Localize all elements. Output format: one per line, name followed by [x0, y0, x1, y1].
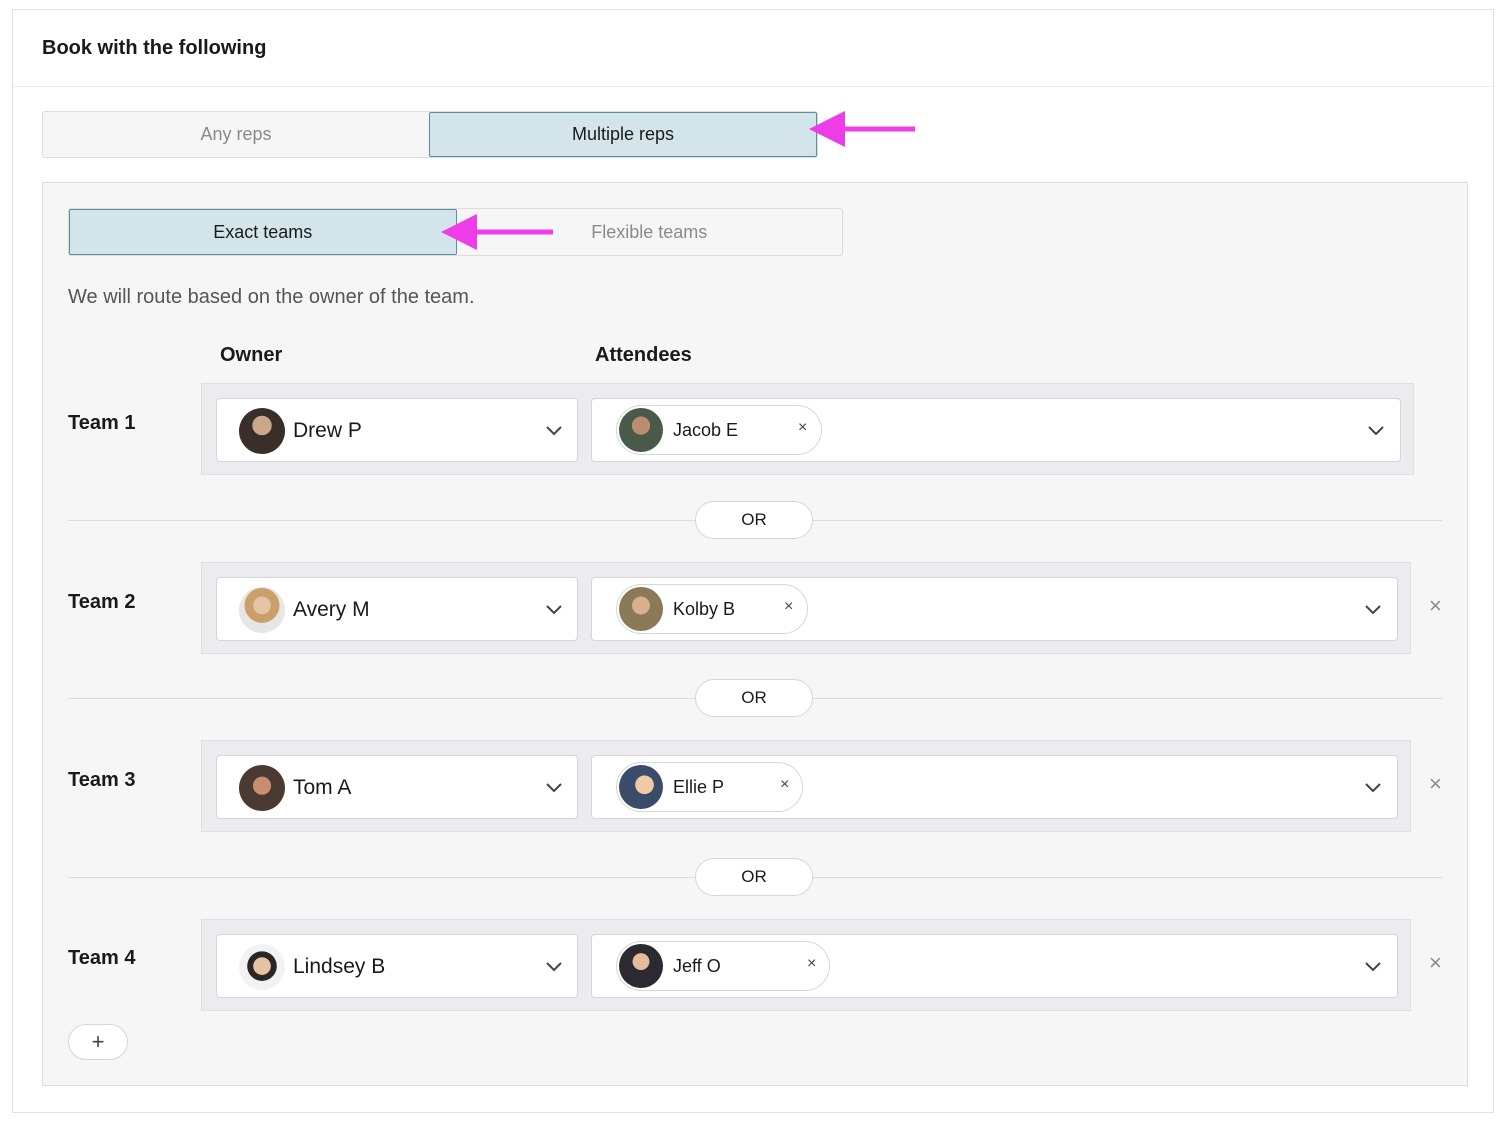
add-team-button[interactable]: + — [68, 1024, 128, 1060]
chevron-down-icon — [1365, 605, 1381, 615]
annotation-arrow-icon — [809, 111, 915, 147]
avatar — [239, 587, 285, 633]
attendees-select[interactable]: Kolby B × — [591, 577, 1398, 641]
owner-name: Avery M — [293, 598, 370, 621]
booking-card: Book with the following Any reps Multipl… — [12, 9, 1494, 1113]
owner-name: Tom A — [293, 776, 352, 799]
or-separator: OR — [695, 679, 813, 717]
chevron-down-icon — [546, 783, 562, 793]
attendee-chip: Jeff O × — [616, 941, 830, 991]
team-row: Drew P Jacob E × — [201, 383, 1414, 475]
owner-select[interactable]: Tom A — [216, 755, 578, 819]
attendees-select[interactable]: Ellie P × — [591, 755, 1398, 819]
owner-name: Drew P — [293, 419, 362, 442]
or-separator: OR — [695, 858, 813, 896]
avatar — [239, 765, 285, 811]
attendee-chip: Kolby B × — [616, 584, 808, 634]
avatar — [619, 765, 663, 809]
attendees-select[interactable]: Jacob E × — [591, 398, 1401, 462]
team-label: Team 3 — [68, 769, 136, 791]
attendee-name: Jacob E — [673, 420, 739, 440]
avatar — [619, 587, 663, 631]
team-row: Tom A Ellie P × — [201, 740, 1411, 832]
plus-icon: + — [91, 1029, 105, 1054]
chip-close-icon[interactable]: × — [807, 955, 816, 973]
team-row: Avery M Kolby B × — [201, 562, 1411, 654]
team-row: Lindsey B Jeff O × — [201, 919, 1411, 1011]
chevron-down-icon — [546, 605, 562, 615]
routing-description: We will route based on the owner of the … — [68, 286, 475, 308]
attendee-name: Jeff O — [673, 956, 721, 976]
card-header: Book with the following — [13, 10, 1493, 87]
remove-team-close-icon[interactable]: × — [1429, 593, 1442, 619]
multiple-reps-button[interactable]: Multiple reps — [429, 112, 817, 157]
owner-select[interactable]: Lindsey B — [216, 934, 578, 998]
chevron-down-icon — [1365, 783, 1381, 793]
chevron-down-icon — [546, 962, 562, 972]
team-label: Team 2 — [68, 591, 136, 613]
avatar — [619, 944, 663, 988]
chevron-down-icon — [546, 426, 562, 436]
card-title: Book with the following — [42, 37, 267, 59]
team-label: Team 4 — [68, 947, 136, 969]
attendees-select[interactable]: Jeff O × — [591, 934, 1398, 998]
annotation-arrow-icon — [441, 214, 553, 250]
team-label: Team 1 — [68, 412, 136, 434]
attendee-name: Ellie P — [673, 777, 725, 797]
owner-select[interactable]: Drew P — [216, 398, 578, 462]
attendees-column-header: Attendees — [595, 344, 692, 366]
remove-team-close-icon[interactable]: × — [1429, 950, 1442, 976]
attendee-chip: Ellie P × — [616, 762, 803, 812]
owner-name: Lindsey B — [293, 955, 386, 978]
chip-close-icon[interactable]: × — [784, 598, 793, 616]
chip-close-icon[interactable]: × — [780, 776, 789, 794]
rep-mode-toggle: Any reps Multiple reps — [42, 111, 818, 158]
any-reps-button[interactable]: Any reps — [43, 112, 429, 157]
chip-close-icon[interactable]: × — [798, 419, 807, 437]
owner-column-header: Owner — [220, 344, 283, 366]
or-separator: OR — [695, 501, 813, 539]
exact-teams-button[interactable]: Exact teams — [69, 209, 457, 255]
avatar — [239, 944, 285, 990]
multiple-reps-panel: Exact teams Flexible teams We will route… — [42, 182, 1468, 1086]
attendee-chip: Jacob E × — [616, 405, 822, 455]
remove-team-close-icon[interactable]: × — [1429, 771, 1442, 797]
avatar — [619, 408, 663, 452]
avatar — [239, 408, 285, 454]
owner-select[interactable]: Avery M — [216, 577, 578, 641]
chevron-down-icon — [1365, 962, 1381, 972]
attendee-name: Kolby B — [673, 599, 736, 619]
chevron-down-icon — [1368, 426, 1384, 436]
